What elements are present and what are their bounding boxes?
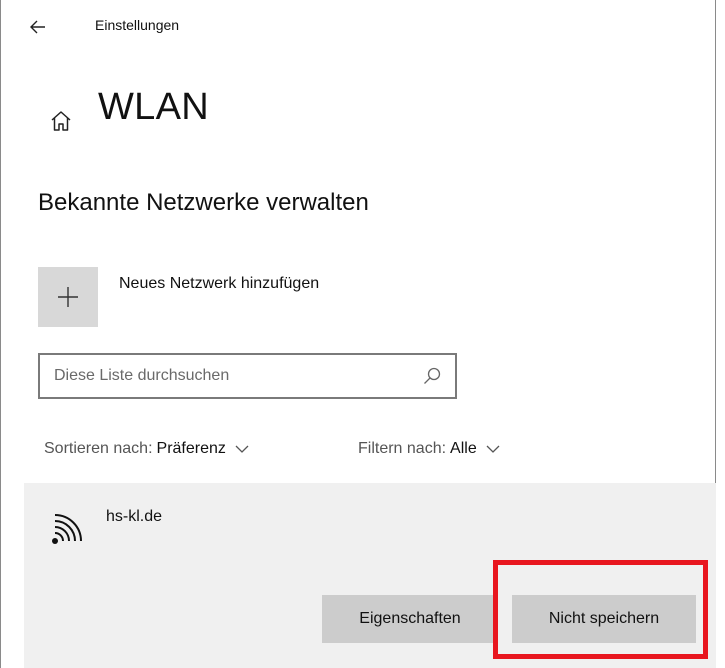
filter-value: Alle [450, 440, 477, 457]
settings-window: Einstellungen WLAN Bekannte Netzwerke ve… [0, 0, 716, 668]
wifi-icon [52, 514, 82, 544]
chevron-down-icon [486, 445, 500, 453]
arrow-left-icon [30, 20, 45, 34]
back-button[interactable] [23, 12, 53, 42]
properties-button[interactable]: Eigenschaften [322, 595, 498, 643]
app-title: Einstellungen [95, 17, 180, 33]
sort-dropdown[interactable]: Sortieren nach: Präferenz [44, 440, 249, 458]
search-icon[interactable] [423, 367, 441, 385]
title-bar: Einstellungen [1, 0, 717, 50]
section-title: Bekannte Netzwerke verwalten [38, 189, 369, 216]
sort-label: Sortieren nach: [44, 440, 153, 457]
forget-button[interactable]: Nicht speichern [512, 595, 696, 643]
filter-label: Filtern nach: [358, 440, 447, 457]
home-icon[interactable] [49, 109, 73, 133]
plus-icon [58, 287, 78, 307]
page-title: WLAN [98, 86, 209, 128]
search-input[interactable] [54, 355, 394, 397]
search-box[interactable] [38, 353, 457, 399]
network-name: hs-kl.de [106, 508, 163, 525]
sort-value: Präferenz [156, 440, 226, 457]
chevron-down-icon [235, 445, 249, 453]
filter-dropdown[interactable]: Filtern nach: Alle [358, 440, 500, 458]
add-network-label[interactable]: Neues Netzwerk hinzufügen [119, 275, 319, 293]
network-list-item[interactable]: hs-kl.de Eigenschaften Nicht speichern [24, 483, 716, 668]
add-network-button[interactable] [38, 267, 98, 327]
